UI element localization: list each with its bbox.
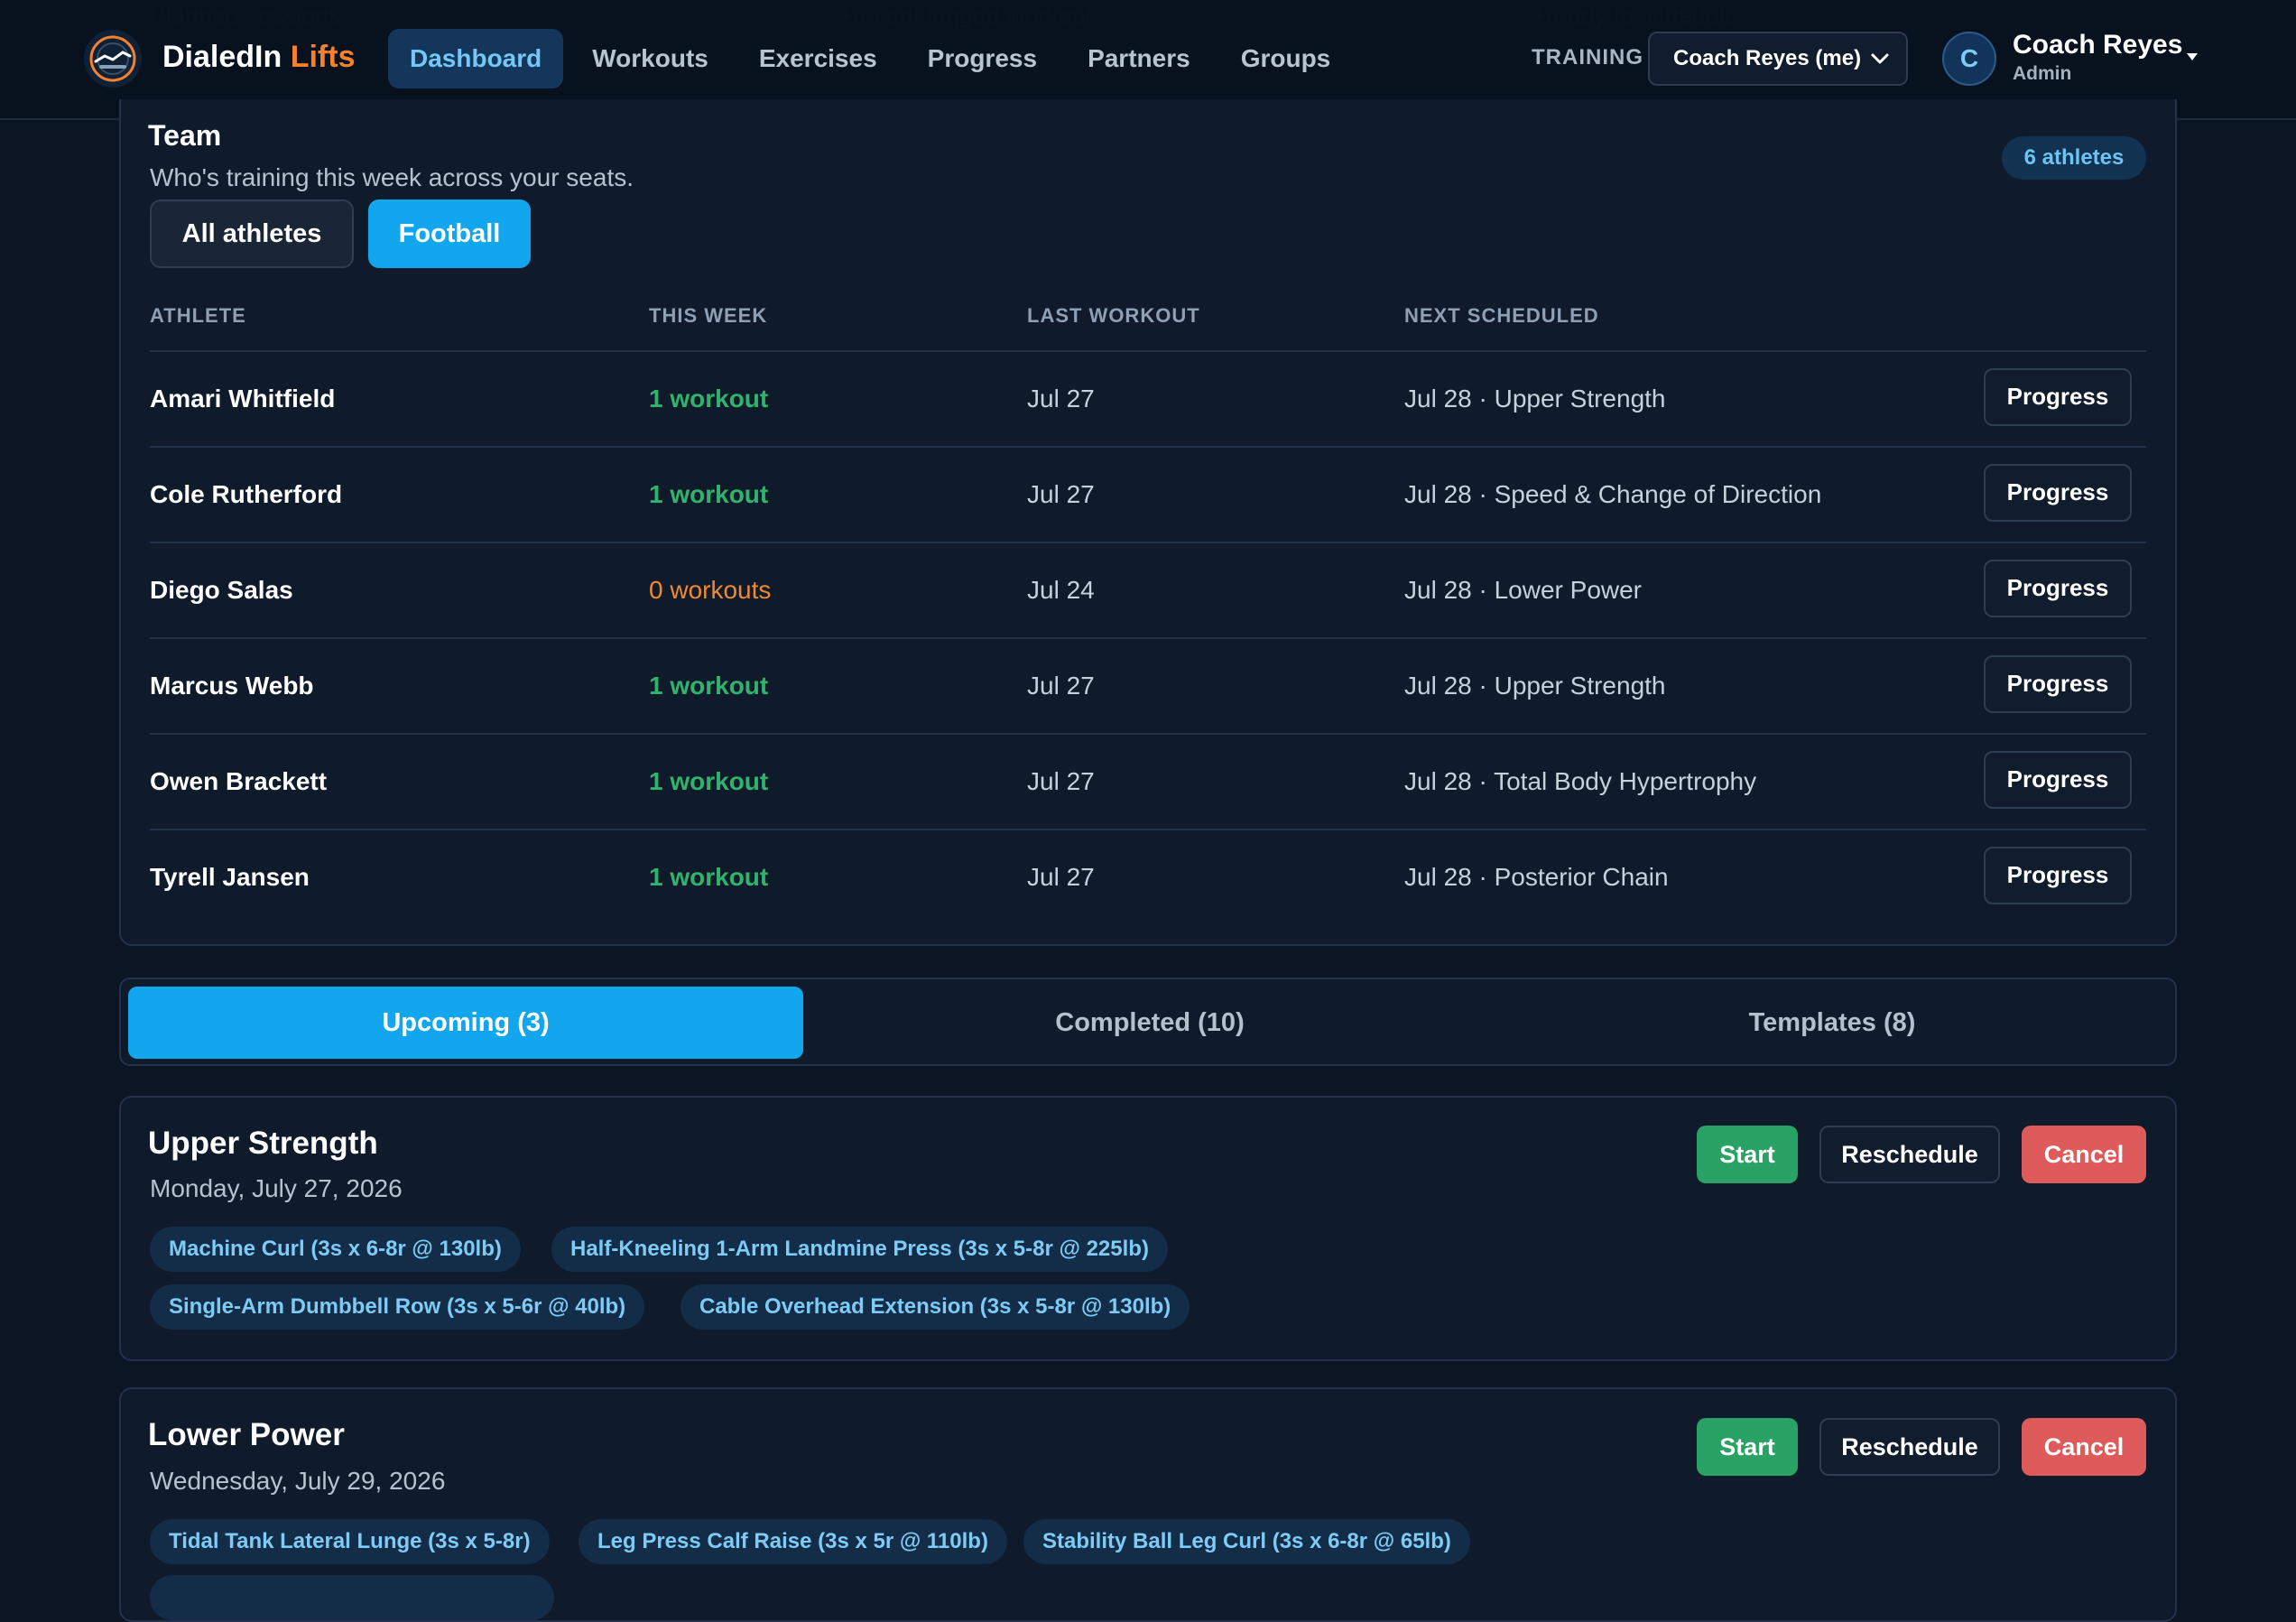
this-week-count: 0 workouts — [649, 576, 772, 604]
start-button[interactable]: Start — [1697, 1418, 1798, 1476]
athlete-name: Tyrell Jansen — [150, 863, 310, 891]
nav-exercises[interactable]: Exercises — [737, 29, 899, 88]
athlete-name: Amari Whitfield — [150, 385, 336, 412]
athlete-name: Marcus Webb — [150, 672, 314, 700]
last-workout-date: Jul 24 — [1027, 576, 1095, 604]
this-week-count: 1 workout — [649, 672, 769, 700]
training-label: TRAINING — [1532, 45, 1643, 70]
avatar[interactable]: C — [1942, 32, 1996, 86]
nav-progress[interactable]: Progress — [906, 29, 1059, 88]
column-header-last-workout: LAST WORKOUT — [1027, 304, 1200, 327]
this-week-count: 1 workout — [649, 863, 769, 891]
filter-football[interactable]: Football — [368, 199, 531, 268]
exercise-chip: Leg Press Calf Raise (3s x 5r @ 110lb) — [579, 1519, 1007, 1564]
caret-down-icon[interactable] — [2186, 52, 2199, 61]
this-week-count: 1 workout — [649, 480, 769, 508]
brand-name[interactable]: DialedIn Lifts — [162, 40, 355, 75]
this-week-count: 1 workout — [649, 767, 769, 795]
team-title: Team — [148, 119, 222, 152]
athlete-count-badge: 6 athletes — [2002, 136, 2146, 180]
nav-workouts[interactable]: Workouts — [570, 29, 730, 88]
workout-date: Wednesday, July 29, 2026 — [150, 1467, 446, 1495]
dial-logo-icon[interactable] — [83, 29, 143, 88]
column-header-this-week: THIS WEEK — [649, 304, 768, 327]
exercise-chip: Machine Curl (3s x 6-8r @ 130lb) — [150, 1227, 521, 1272]
training-athlete-select[interactable]: Coach Reyes (me) — [1648, 32, 1908, 86]
last-workout-date: Jul 27 — [1027, 672, 1095, 700]
progress-button[interactable]: Progress — [1984, 560, 2132, 617]
next-scheduled: Jul 28 · Speed & Change of Direction — [1404, 480, 1822, 508]
nav-partners[interactable]: Partners — [1066, 29, 1212, 88]
brand-name-part: DialedIn — [162, 40, 282, 74]
table-row: Cole Rutherford 1 workout Jul 27 Jul 28 … — [150, 446, 2146, 543]
next-scheduled: Jul 28 · Lower Power — [1404, 576, 1643, 604]
progress-button[interactable]: Progress — [1984, 464, 2132, 522]
next-scheduled: Jul 28 · Total Body Hypertrophy — [1404, 767, 1757, 795]
progress-button[interactable]: Progress — [1984, 655, 2132, 713]
last-workout-date: Jul 27 — [1027, 767, 1095, 795]
table-row: Diego Salas 0 workouts Jul 24 Jul 28 · L… — [150, 542, 2146, 639]
last-workout-date: Jul 27 — [1027, 385, 1095, 412]
exercise-chip: Half-Kneeling 1-Arm Landmine Press (3s x… — [551, 1227, 1168, 1272]
athlete-name: Cole Rutherford — [150, 480, 343, 508]
table-row: Amari Whitfield 1 workout Jul 27 Jul 28 … — [150, 350, 2146, 448]
workout-tabs: Upcoming (3) Completed (10) Templates (8… — [119, 978, 2177, 1066]
exercise-chip: Cable Overhead Extension (3s x 5-8r @ 13… — [680, 1284, 1190, 1330]
table-row: Marcus Webb 1 workout Jul 27 Jul 28 · Up… — [150, 637, 2146, 735]
reschedule-button[interactable]: Reschedule — [1819, 1126, 2000, 1183]
exercise-chip-partial — [150, 1575, 554, 1620]
progress-button[interactable]: Progress — [1984, 847, 2132, 904]
next-scheduled: Jul 28 · Upper Strength — [1404, 672, 1666, 700]
tab-templates[interactable]: Templates (8) — [1495, 987, 2170, 1059]
exercise-chip: Stability Ball Leg Curl (3s x 6-8r @ 65l… — [1023, 1519, 1470, 1564]
table-row: Tyrell Jansen 1 workout Jul 27 Jul 28 · … — [150, 829, 2146, 926]
main-nav: Dashboard Workouts Exercises Progress Pa… — [388, 29, 1352, 88]
table-row: Owen Brackett 1 workout Jul 27 Jul 28 · … — [150, 733, 2146, 830]
nav-dashboard[interactable]: Dashboard — [388, 29, 564, 88]
exercise-chip: Single-Arm Dumbbell Row (3s x 5-6r @ 40l… — [150, 1284, 645, 1330]
user-name[interactable]: Coach Reyes — [2013, 30, 2182, 60]
cancel-button[interactable]: Cancel — [2022, 1126, 2146, 1183]
last-workout-date: Jul 27 — [1027, 480, 1095, 508]
column-header-next-scheduled: NEXT SCHEDULED — [1404, 304, 1599, 327]
workout-title: Lower Power — [148, 1417, 345, 1452]
training-select-value: Coach Reyes (me) — [1673, 46, 1862, 70]
reschedule-button[interactable]: Reschedule — [1819, 1418, 2000, 1476]
next-scheduled: Jul 28 · Posterior Chain — [1404, 863, 1669, 891]
progress-button[interactable]: Progress — [1984, 368, 2132, 426]
this-week-count: 1 workout — [649, 385, 769, 412]
next-scheduled: Jul 28 · Upper Strength — [1404, 385, 1666, 412]
last-workout-date: Jul 27 — [1027, 863, 1095, 891]
tab-completed[interactable]: Completed (10) — [812, 987, 1487, 1059]
cancel-button[interactable]: Cancel — [2022, 1418, 2146, 1476]
start-button[interactable]: Start — [1697, 1126, 1798, 1183]
tab-upcoming[interactable]: Upcoming (3) — [128, 987, 803, 1059]
team-subtitle: Who's training this week across your sea… — [150, 163, 634, 191]
user-role: Admin — [2013, 63, 2072, 84]
workout-title: Upper Strength — [148, 1126, 378, 1161]
athlete-name: Owen Brackett — [150, 767, 328, 795]
chevron-down-icon — [1871, 53, 1889, 64]
nav-groups[interactable]: Groups — [1219, 29, 1353, 88]
brand-name-accent: Lifts — [290, 40, 356, 74]
progress-button[interactable]: Progress — [1984, 751, 2132, 809]
column-header-athlete: ATHLETE — [150, 304, 246, 327]
athlete-name: Diego Salas — [150, 576, 293, 604]
filter-all-athletes[interactable]: All athletes — [150, 199, 354, 268]
workout-date: Monday, July 27, 2026 — [150, 1174, 403, 1202]
exercise-chip: Tidal Tank Lateral Lunge (3s x 5-8r) — [150, 1519, 550, 1564]
